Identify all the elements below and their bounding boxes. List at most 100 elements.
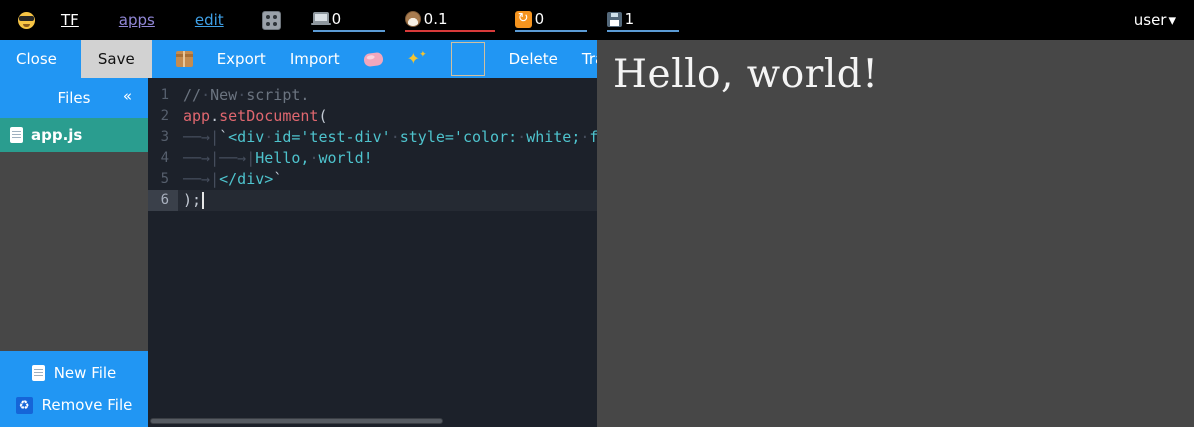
sparkles-icon[interactable]	[407, 51, 427, 67]
refresh-arrows-counter-input[interactable]: 0	[515, 8, 587, 32]
hamster-counter-input[interactable]: 0.1	[405, 8, 495, 32]
user-menu-label: user	[1134, 11, 1167, 29]
line-number: 4	[148, 148, 178, 169]
smiley-sunglasses-icon[interactable]	[18, 12, 35, 29]
collapse-sidebar-button[interactable]: «	[123, 87, 132, 105]
refresh-arrows-icon	[515, 11, 532, 28]
line-number: 3	[148, 127, 178, 148]
code-lines: 1//·New·script.2app.setDocument(3──→|`<d…	[148, 85, 597, 211]
preview-heading: Hello, world!	[613, 52, 1178, 97]
text-cursor	[202, 192, 204, 209]
file-item-label: app.js	[31, 126, 82, 144]
editor-column: Close Save Export Import Delete Trace Fi…	[0, 40, 597, 427]
remove-file-label: Remove File	[42, 396, 133, 414]
code-line: 5──→|</div>`	[148, 169, 597, 190]
line-number: 6	[148, 190, 178, 211]
new-file-button[interactable]: New File	[0, 357, 148, 389]
save-button[interactable]: Save	[81, 40, 152, 78]
code-line-content: ──→|</div>`	[178, 169, 597, 190]
workspace: Close Save Export Import Delete Trace Fi…	[0, 40, 1194, 427]
files-sidebar: Files « app.js New File Remove File	[0, 78, 148, 427]
code-token: //	[183, 86, 201, 104]
code-token: id='test-div'	[273, 128, 390, 146]
caret-down-icon: ▾	[1168, 11, 1176, 29]
delete-button[interactable]: Delete	[509, 50, 558, 68]
counter-value: 0	[332, 10, 342, 28]
import-button[interactable]: Import	[290, 50, 340, 68]
new-file-label: New File	[54, 364, 117, 382]
code-token: white;	[526, 128, 580, 146]
nav-link-apps[interactable]: apps	[119, 11, 155, 29]
code-line-content: ──→|`<div·id='test-div'·style='color:·wh…	[178, 127, 597, 148]
code-token: Hello,	[255, 149, 309, 167]
preview-panel: Hello, world!	[597, 40, 1194, 427]
sidebar-spacer	[0, 152, 148, 351]
code-token: app	[183, 107, 210, 125]
line-number: 5	[148, 169, 178, 190]
code-token: </div>	[219, 170, 273, 188]
counter-value: 0.1	[424, 10, 448, 28]
control-knobs-icon[interactable]	[262, 11, 281, 30]
code-token: script.	[246, 86, 309, 104]
counter-value: 1	[625, 10, 635, 28]
top-bar: TF apps edit 0 0.1 0 1 user ▾	[0, 0, 1194, 40]
code-token: ·	[517, 128, 526, 146]
line-number: 2	[148, 106, 178, 127]
code-line: 6);	[148, 190, 597, 211]
floppy-disk-icon	[607, 12, 622, 27]
user-menu[interactable]: user ▾	[1134, 11, 1176, 29]
topbar-counters: 0 0.1 0 1	[313, 8, 679, 32]
code-token: ·	[391, 128, 400, 146]
code-line-content: );	[178, 190, 597, 211]
code-line: 3──→|`<div·id='test-div'·style='color:·w…	[148, 127, 597, 148]
code-token: `	[219, 128, 228, 146]
files-header: Files «	[0, 78, 148, 118]
code-token: f	[589, 128, 597, 146]
sidebar-actions: New File Remove File	[0, 351, 148, 427]
remove-file-icon	[16, 397, 33, 414]
code-editor[interactable]: 1//·New·script.2app.setDocument(3──→|`<d…	[148, 78, 597, 427]
code-line-content: //·New·script.	[178, 85, 597, 106]
code-token: `	[273, 170, 282, 188]
code-token: .	[210, 107, 219, 125]
code-token: (	[318, 107, 327, 125]
horizontal-scrollbar-thumb[interactable]	[150, 418, 443, 424]
counter-value: 0	[535, 10, 545, 28]
editor-toolbar: Close Save Export Import Delete Trace	[0, 40, 597, 78]
code-line: 2app.setDocument(	[148, 106, 597, 127]
code-token: New	[210, 86, 237, 104]
code-line-content: app.setDocument(	[178, 106, 597, 127]
code-token: ·	[201, 86, 210, 104]
floppy-disk-counter-input[interactable]: 1	[607, 8, 679, 32]
line-number: 1	[148, 85, 178, 106]
code-token: ──→|	[219, 149, 255, 167]
nav-link-tf[interactable]: TF	[61, 11, 79, 29]
hamster-icon	[405, 11, 421, 27]
files-header-label: Files	[58, 89, 91, 107]
code-token: setDocument	[219, 107, 318, 125]
code-token: ·	[237, 86, 246, 104]
new-file-icon	[32, 365, 45, 381]
package-icon[interactable]	[176, 51, 193, 67]
top-nav: TF apps edit	[61, 11, 224, 29]
file-item-appjs[interactable]: app.js	[0, 118, 148, 152]
close-button[interactable]: Close	[16, 50, 57, 68]
code-token: <div	[228, 128, 264, 146]
code-token: ·	[264, 128, 273, 146]
export-button[interactable]: Export	[217, 50, 266, 68]
code-line-content: ──→|──→|Hello,·world!	[178, 148, 597, 169]
code-line: 1//·New·script.	[148, 85, 597, 106]
code-token: style='color:	[400, 128, 517, 146]
laptop-counter-input[interactable]: 0	[313, 8, 385, 32]
remove-file-button[interactable]: Remove File	[0, 389, 148, 421]
nav-link-edit[interactable]: edit	[195, 11, 224, 29]
code-token: ──→|	[183, 170, 219, 188]
file-icon	[10, 127, 23, 143]
laptop-icon	[313, 12, 329, 23]
code-line: 4──→|──→|Hello,·world!	[148, 148, 597, 169]
code-token: ──→|	[183, 149, 219, 167]
code-token: world!	[318, 149, 372, 167]
code-token: ──→|	[183, 128, 219, 146]
toolbar-text-input[interactable]	[451, 42, 485, 76]
soap-icon[interactable]	[363, 51, 384, 67]
